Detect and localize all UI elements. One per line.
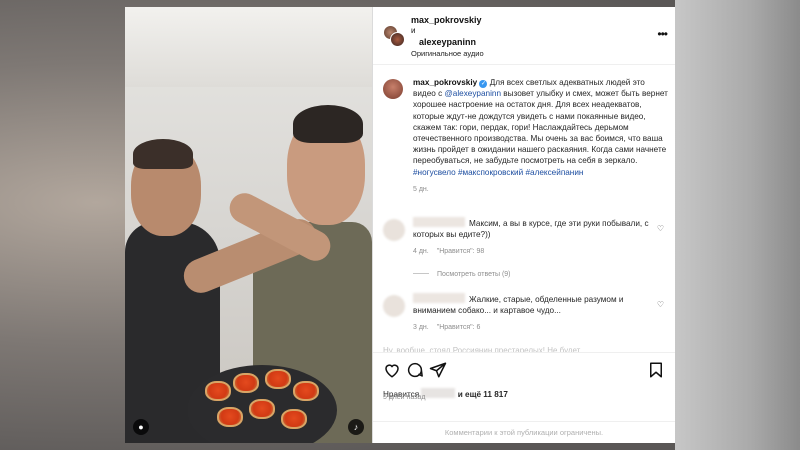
comment-icon[interactable] (406, 361, 424, 379)
post-age: 5 дней назад (383, 394, 426, 401)
caviar-toast (265, 369, 291, 389)
caption-mention[interactable]: @alexeypaninn (444, 89, 501, 98)
caption-hashtags[interactable]: #ногусвело #макспокровский #алексейпанин (413, 168, 583, 177)
partial-comment: Ну, вообще, стоял Россиянин престарелых!… (383, 346, 581, 352)
caviar-toast (281, 409, 307, 429)
comment-age: 3 дн. (413, 324, 429, 332)
instagram-post-frame: ● ♪ max_pokrovskiy и alexeypaninn Оригин… (125, 7, 675, 443)
caviar-toast (233, 373, 259, 393)
avatar (383, 295, 405, 317)
caviar-toast (293, 381, 319, 401)
man-right-hair (293, 105, 363, 143)
blurred-username (413, 217, 465, 227)
collab-avatars[interactable] (383, 25, 405, 47)
comment-likes[interactable]: "Нравится": 98 (437, 248, 485, 255)
man-left-hair (133, 139, 193, 169)
comments-closed-notice: Комментарии к этой публикации ограничены… (373, 421, 675, 443)
caviar-toast (205, 381, 231, 401)
post-header: max_pokrovskiy и alexeypaninn Оригинальн… (373, 7, 675, 65)
collab-username[interactable]: alexeypaninn (419, 37, 476, 47)
comment-likes[interactable]: "Нравится": 6 (437, 324, 481, 331)
heart-icon[interactable] (383, 361, 401, 379)
likes-count: и ещё 11 817 (457, 390, 508, 399)
avatar (390, 32, 405, 47)
post-caption: max_pokrovskiy ✓ Для всех светлых адеква… (383, 77, 668, 195)
view-replies-link[interactable]: Посмотреть ответы (9) (413, 271, 511, 278)
caption-age: 5 дн. (413, 185, 429, 193)
caviar-toast (217, 407, 243, 427)
comment: Жалкие, старые, обделенные разумом и вни… (383, 293, 668, 334)
caption-author[interactable]: max_pokrovskiy (413, 78, 477, 87)
comment-age: 4 дн. (413, 248, 429, 256)
bookmark-icon[interactable] (647, 361, 665, 379)
comment: Максим, а вы в курсе, где эти руки побыв… (383, 217, 668, 258)
author-username[interactable]: max_pokrovskiy (411, 15, 482, 25)
caption-text: вызовет улыбку и смех, может быть вернет… (413, 89, 668, 166)
heart-icon[interactable]: ♡ (657, 223, 664, 234)
heart-icon[interactable]: ♡ (657, 299, 664, 310)
verified-badge-icon: ✓ (479, 80, 488, 88)
post-video[interactable]: ● ♪ (125, 7, 372, 443)
sound-icon[interactable]: ♪ (348, 419, 364, 435)
more-horizontal-icon[interactable]: ••• (657, 27, 668, 41)
post-details-pane: max_pokrovskiy и alexeypaninn Оригинальн… (373, 7, 675, 443)
original-audio-link[interactable]: Оригинальное аудио (411, 49, 484, 58)
video-ceiling (125, 7, 372, 87)
caviar-toast (249, 399, 275, 419)
share-icon[interactable] (429, 361, 447, 379)
blurred-username (421, 388, 456, 398)
avatar (383, 219, 405, 241)
avatar[interactable] (383, 79, 403, 99)
background-blur-right (675, 0, 800, 450)
collab-conjunction: и (411, 26, 416, 35)
tagged-users-icon[interactable]: ● (133, 419, 149, 435)
blurred-username (413, 293, 465, 303)
